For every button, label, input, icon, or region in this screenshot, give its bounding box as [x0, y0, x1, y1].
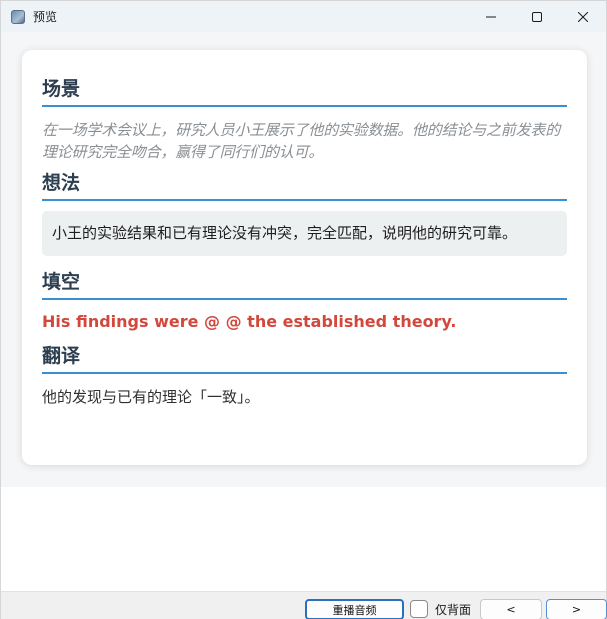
close-button[interactable]: [560, 1, 606, 32]
back-only-checkbox[interactable]: [410, 600, 428, 618]
previous-button[interactable]: <: [480, 599, 542, 619]
window-controls: [468, 1, 606, 32]
translation-heading: 翻译: [42, 339, 567, 374]
title-bar: 预览: [1, 1, 606, 32]
back-only-label: 仅背面: [435, 603, 472, 617]
idea-heading: 想法: [42, 166, 567, 201]
minimize-button[interactable]: [468, 1, 514, 32]
next-button[interactable]: >: [546, 599, 607, 619]
close-icon: [578, 11, 588, 22]
maximize-icon: [532, 11, 542, 22]
blank-heading: 填空: [42, 265, 567, 300]
minimize-icon: [486, 16, 496, 17]
maximize-button[interactable]: [514, 1, 560, 32]
scene-text: 在一场学术会议上，研究人员小王展示了他的实验数据。他的结论与之前发表的理论研究完…: [42, 121, 561, 161]
preview-window: 预览 场景 在一场学术会议上，研究人员小王展示了他的实验数据。他的结论与之前发表…: [0, 0, 607, 619]
replay-audio-button[interactable]: 重播音频: [305, 599, 404, 619]
card: 场景 在一场学术会议上，研究人员小王展示了他的实验数据。他的结论与之前发表的理论…: [22, 50, 587, 465]
translation-text: 他的发现与已有的理论「一致」。: [42, 388, 260, 406]
blank-sentence: His findings were @ @ the established th…: [42, 312, 457, 331]
app-icon: [11, 9, 25, 24]
footer-toolbar: 重播音频 仅背面 < >: [1, 591, 607, 619]
scene-heading: 场景: [42, 72, 567, 107]
preview-content[interactable]: 场景 在一场学术会议上，研究人员小王展示了他的实验数据。他的结论与之前发表的理论…: [1, 32, 606, 487]
idea-box: 小王的实验结果和已有理论没有冲突，完全匹配，说明他的研究可靠。: [42, 211, 567, 256]
window-title: 预览: [33, 10, 58, 24]
